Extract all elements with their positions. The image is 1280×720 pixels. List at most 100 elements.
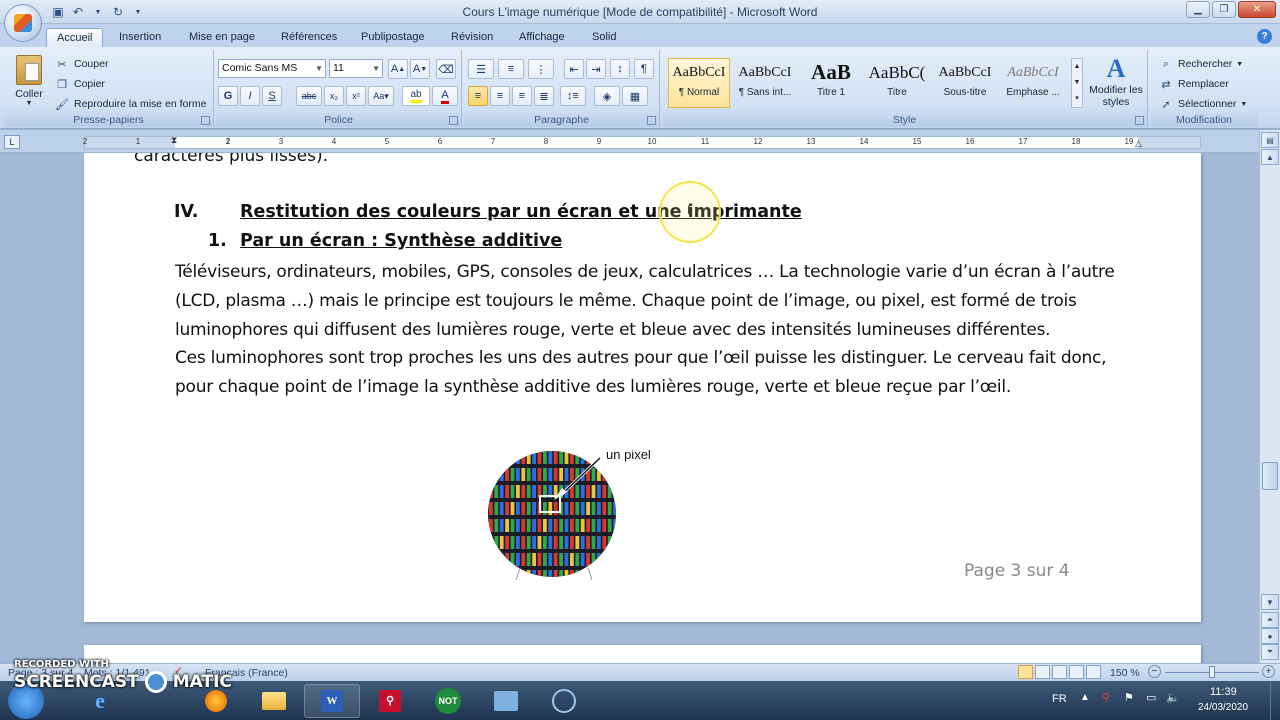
sort-button[interactable]: ↕ — [610, 59, 630, 79]
clock-date[interactable]: 24/03/2020 — [1198, 702, 1248, 713]
notebook-icon[interactable]: NOT — [420, 684, 476, 718]
acrobat-tray-icon[interactable]: ⚲ — [1102, 691, 1110, 704]
tab-solid[interactable]: Solid — [582, 28, 626, 48]
change-styles-button[interactable]: A Modifier les styles — [1088, 54, 1144, 112]
right-indent-marker[interactable]: △ — [1135, 138, 1142, 149]
subscript-button[interactable]: x₂ — [324, 86, 344, 106]
close-button[interactable]: ✕ — [1238, 1, 1276, 18]
underline-button[interactable]: S — [262, 86, 282, 106]
styles-scroll[interactable]: ▲ ▼ ▾ — [1071, 58, 1083, 108]
cut-button[interactable]: ✂ Couper — [54, 55, 108, 73]
browse-object-button[interactable]: ● — [1261, 628, 1279, 644]
scroll-thumb[interactable] — [1262, 462, 1278, 490]
previous-page-button[interactable]: ⏶ — [1261, 612, 1279, 628]
zoom-slider[interactable] — [1165, 666, 1259, 678]
increase-indent-button[interactable]: ⇥ — [586, 59, 606, 79]
zoom-level[interactable]: 150 % — [1110, 667, 1140, 679]
ruler-toggle-icon[interactable]: ▤ — [1261, 132, 1279, 148]
media-icon[interactable] — [536, 684, 592, 718]
style-subtitle[interactable]: AaBbCcI Sous-titre — [934, 58, 996, 108]
zoom-in-button[interactable]: + — [1262, 665, 1275, 678]
align-center-button[interactable]: ≡ — [490, 86, 510, 106]
scroll-up-button[interactable]: ▲ — [1261, 149, 1279, 165]
document-area[interactable]: caractères plus lisses). IV. Restitution… — [0, 153, 1259, 663]
justify-button[interactable]: ≣ — [534, 86, 554, 106]
print-layout-view-icon[interactable] — [1018, 665, 1033, 679]
paste-button[interactable]: Coller ▼ — [8, 52, 50, 112]
network-tray-icon[interactable]: ▭ — [1146, 691, 1156, 704]
zoom-slider-thumb[interactable] — [1209, 666, 1215, 678]
change-case-button[interactable]: Aa▾ — [368, 86, 394, 106]
select-button[interactable]: ➚ Sélectionner ▼ — [1158, 95, 1247, 113]
next-page-button[interactable]: ⏷ — [1261, 644, 1279, 660]
bold-button[interactable]: G — [218, 86, 238, 106]
font-color-button[interactable]: A — [432, 86, 458, 106]
decrease-indent-button[interactable]: ⇤ — [564, 59, 584, 79]
paragraph-launcher[interactable] — [647, 116, 656, 125]
acrobat-icon[interactable]: ⚲ — [362, 684, 418, 718]
clear-format-button[interactable]: ⌫ — [436, 59, 456, 79]
volume-icon[interactable]: 🔈 — [1166, 691, 1180, 704]
restore-button[interactable]: ❐ — [1212, 1, 1236, 18]
ruler-strip[interactable]: ⧗ △ 2 1 1 2 3 4 5 6 7 8 9 10 11 12 13 14 15 16 17 18 19 — [83, 135, 1201, 149]
clock-time[interactable]: 11:39 — [1210, 686, 1237, 698]
highlight-button[interactable]: ab — [402, 86, 430, 106]
align-left-button[interactable]: ≡ — [468, 86, 488, 106]
flag-icon[interactable]: ⚑ — [1124, 691, 1134, 704]
word-icon[interactable]: W — [304, 684, 360, 718]
tab-affichage[interactable]: Affichage — [509, 28, 575, 48]
style-title[interactable]: AaBbC(Titre — [866, 58, 928, 108]
scroll-down-button[interactable]: ▼ — [1261, 594, 1279, 610]
style-no-spacing[interactable]: AaBbCcI ¶ Sans int... — [734, 58, 796, 108]
multilevel-list-button[interactable]: ⋮ — [528, 59, 554, 79]
vertical-scrollbar[interactable]: ▤ ▲ ▼ ⏶ ● ⏷ — [1259, 130, 1280, 663]
indent-marker[interactable]: ⧗ — [171, 135, 177, 146]
font-size-select[interactable]: 11 ▼ — [329, 59, 383, 78]
font-family-select[interactable]: Comic Sans MS ▼ — [218, 59, 326, 78]
align-right-button[interactable]: ≡ — [512, 86, 532, 106]
line-spacing-button[interactable]: ↕≡ — [560, 86, 586, 106]
shading-button[interactable]: ◈ — [594, 86, 620, 106]
clipboard-launcher[interactable] — [201, 116, 210, 125]
outline-view-icon[interactable] — [1069, 665, 1084, 679]
grow-font-button[interactable]: A ▲ — [388, 59, 408, 79]
styles-launcher[interactable] — [1135, 116, 1144, 125]
zoom-out-button[interactable]: − — [1148, 665, 1161, 678]
show-marks-button[interactable]: ¶ — [634, 59, 654, 79]
minimize-button[interactable]: ▁ — [1186, 1, 1210, 18]
show-desktop-button[interactable] — [1270, 681, 1280, 720]
find-button[interactable]: ⌕ Rechercher ▼ — [1158, 55, 1243, 73]
superscript-button[interactable]: x² — [346, 86, 366, 106]
bullets-button[interactable]: ☰ — [468, 59, 494, 79]
style-heading-1[interactable]: AaB Titre 1 — [800, 58, 862, 108]
shrink-font-button[interactable]: A ▼ — [410, 59, 430, 79]
draft-view-icon[interactable] — [1086, 665, 1101, 679]
explorer-icon[interactable] — [246, 684, 302, 718]
input-language[interactable]: FR — [1052, 693, 1067, 705]
network-icon[interactable] — [478, 684, 534, 718]
next-page[interactable] — [84, 645, 1201, 663]
replace-button[interactable]: ⇄ Remplacer — [1158, 75, 1228, 93]
help-icon[interactable]: ? — [1257, 29, 1272, 44]
horizontal-ruler[interactable]: L ⧗ △ 2 1 1 2 3 4 5 6 7 8 9 10 11 12 13 14 15 16 17 18 19 — [0, 130, 1280, 153]
italic-button[interactable]: I — [240, 86, 260, 106]
document-page[interactable]: caractères plus lisses). IV. Restitution… — [84, 153, 1201, 622]
style-emphasis[interactable]: AaBbCcI Emphase ... — [1002, 58, 1064, 108]
tray-expand-icon[interactable]: ▲ — [1080, 692, 1090, 703]
full-screen-view-icon[interactable] — [1035, 665, 1050, 679]
tab-revision[interactable]: Révision — [441, 28, 503, 48]
numbering-button[interactable]: ≡ — [498, 59, 524, 79]
tab-publipostage[interactable]: Publipostage — [351, 28, 435, 48]
tab-selector[interactable]: L — [4, 135, 20, 149]
office-button[interactable] — [4, 4, 42, 42]
borders-button[interactable]: ▦ — [622, 86, 648, 106]
format-painter-button[interactable]: 🖌 Reproduire la mise en forme — [54, 95, 206, 113]
tab-accueil[interactable]: Accueil — [46, 28, 104, 48]
web-layout-view-icon[interactable] — [1052, 665, 1067, 679]
tab-mise-en-page[interactable]: Mise en page — [179, 28, 265, 48]
font-launcher[interactable] — [449, 116, 458, 125]
strikethrough-button[interactable]: abc — [296, 86, 322, 106]
style-normal[interactable]: AaBbCcI ¶ Normal — [668, 58, 730, 108]
tab-references[interactable]: Références — [271, 28, 347, 48]
tab-insertion[interactable]: Insertion — [109, 28, 171, 48]
